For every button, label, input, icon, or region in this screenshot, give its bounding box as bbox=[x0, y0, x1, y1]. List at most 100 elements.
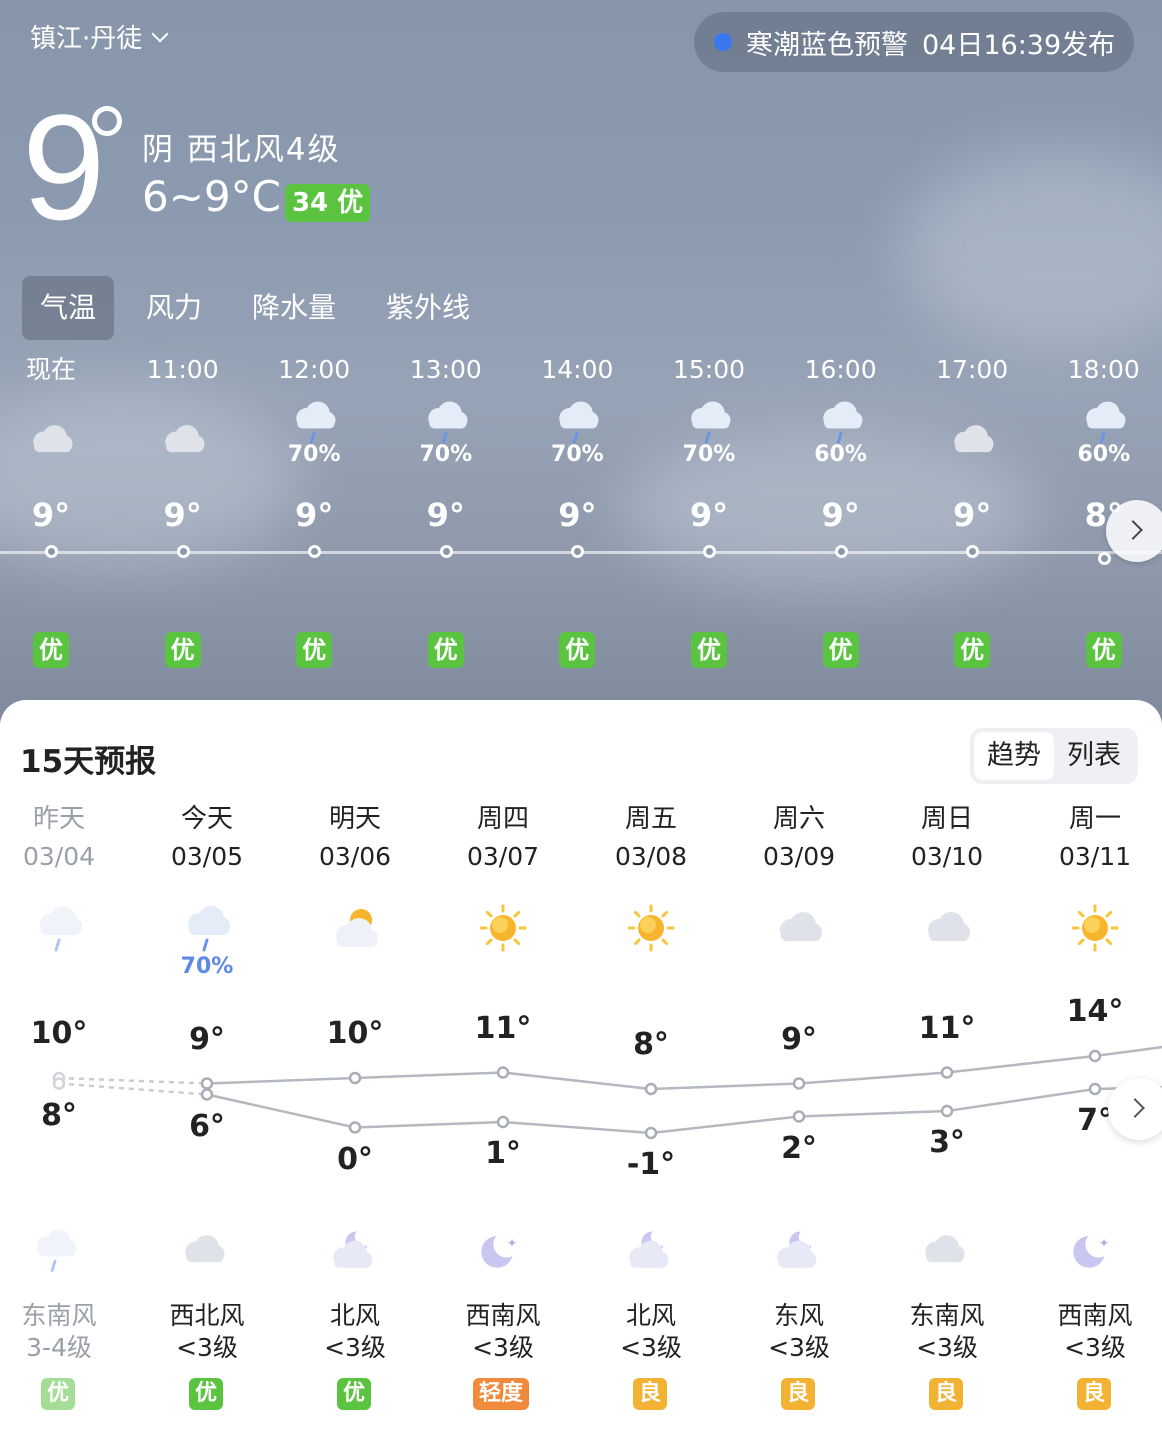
day-column[interactable]: 今天 03/05 70% bbox=[142, 800, 272, 984]
hour-temp: 9° bbox=[31, 496, 71, 534]
current-condition: 阴 西北风4级 bbox=[142, 132, 341, 168]
day-column[interactable]: 周日 03/10 bbox=[882, 800, 1012, 984]
hourly-item: 14:00 70% 9° 优 bbox=[522, 350, 632, 668]
rain-icon bbox=[37, 1229, 77, 1272]
hour-label: 12:00 bbox=[278, 355, 351, 384]
hourly-item: 12:00 70% 9° 优 bbox=[259, 350, 369, 668]
alert-dot-icon bbox=[714, 33, 732, 51]
hour-temp: 9° bbox=[163, 496, 202, 534]
tab-uv[interactable]: 紫外线 bbox=[368, 276, 488, 340]
hour-temp-point bbox=[176, 545, 190, 558]
hour-aqi-badge: 优 bbox=[954, 632, 991, 668]
location-selector[interactable]: 镇江·丹徒 bbox=[30, 18, 169, 55]
wind-direction: 东风 bbox=[773, 1301, 824, 1330]
hour-temp: 9° bbox=[689, 496, 729, 534]
sun-icon bbox=[1071, 904, 1119, 952]
day-aqi-badge: 优 bbox=[337, 1378, 372, 1410]
partly-sunny-icon bbox=[336, 909, 378, 947]
day-wind: 西北风 <3级 bbox=[142, 1300, 272, 1364]
hour-label: 11:00 bbox=[146, 355, 219, 384]
day-aqi-badge: 轻度 bbox=[473, 1378, 530, 1410]
day-wind: 北风 <3级 bbox=[586, 1300, 716, 1364]
day-aqi-badge: 良 bbox=[1077, 1378, 1112, 1410]
hourly-metric-tabs: 气温 风力 降水量 紫外线 bbox=[22, 276, 502, 340]
today-temp-range: 6~9°C bbox=[142, 172, 281, 221]
night-weather-icon bbox=[27, 1222, 91, 1278]
wind-level: <3级 bbox=[916, 1333, 978, 1362]
day-aqi-badge: 优 bbox=[189, 1378, 224, 1410]
hour-temp: 9° bbox=[558, 496, 597, 534]
day-column[interactable]: 明天 03/06 bbox=[290, 800, 420, 984]
day-weather-icon bbox=[290, 898, 420, 958]
rain-icon bbox=[188, 906, 230, 952]
cloudy-icon bbox=[954, 425, 994, 453]
wind-level: <3级 bbox=[1064, 1333, 1126, 1362]
hour-temp: 9° bbox=[426, 496, 465, 534]
wind-level: 3-4级 bbox=[26, 1333, 92, 1362]
moon-icon bbox=[481, 1231, 520, 1268]
wind-level: <3级 bbox=[324, 1333, 386, 1362]
day-column[interactable]: 昨天 03/04 bbox=[0, 800, 124, 984]
alert-text: 寒潮蓝色预警 bbox=[746, 29, 908, 61]
day-column[interactable]: 周四 03/07 bbox=[438, 800, 568, 984]
weather-alert-pill[interactable]: 寒潮蓝色预警 04日16:39发布 bbox=[694, 12, 1134, 72]
hourly-item: 11:00 9° 优 bbox=[128, 350, 238, 668]
day-aqi-badge: 良 bbox=[633, 1378, 668, 1410]
wind-direction: 西南风 bbox=[1057, 1301, 1133, 1330]
hour-aqi-badge: 优 bbox=[691, 632, 727, 668]
wind-level: <3级 bbox=[472, 1333, 534, 1362]
daily-scroll-next-button[interactable] bbox=[1108, 1078, 1162, 1140]
hour-weather-icon bbox=[128, 394, 238, 453]
day-low-temp: 0° bbox=[337, 1141, 373, 1177]
forecast-title: 15天预报 bbox=[20, 744, 157, 780]
hourly-scroll-next-button[interactable] bbox=[1106, 500, 1162, 562]
current-aqi-badge[interactable]: 34 优 bbox=[285, 184, 371, 222]
wind-direction: 北风 bbox=[329, 1301, 380, 1330]
day-precip bbox=[586, 954, 716, 984]
day-precip bbox=[0, 954, 124, 984]
hour-temp-point bbox=[834, 545, 848, 558]
hour-label: 17:00 bbox=[936, 355, 1009, 384]
day-column[interactable]: 周一 03/11 bbox=[1030, 800, 1160, 984]
hour-weather-icon bbox=[917, 394, 1027, 453]
night-weather-icon bbox=[175, 1222, 239, 1278]
hour-label: 13:00 bbox=[409, 355, 482, 384]
toggle-trend[interactable]: 趋势 bbox=[974, 732, 1054, 780]
day-low-temp: 1° bbox=[485, 1136, 521, 1171]
day-precip bbox=[734, 954, 864, 984]
day-column[interactable]: 周五 03/08 bbox=[586, 800, 716, 984]
partly-moon-icon bbox=[777, 1227, 818, 1268]
hour-temp-point bbox=[1097, 552, 1111, 565]
hourly-item: 15:00 70% 9° 优 bbox=[654, 350, 764, 668]
day-column[interactable]: 周六 03/09 bbox=[734, 800, 864, 984]
hour-label: 15:00 bbox=[672, 355, 746, 384]
day-date: 03/07 bbox=[466, 842, 540, 871]
hour-weather-icon bbox=[654, 394, 764, 450]
day-aqi-badge: 良 bbox=[781, 1378, 816, 1410]
hour-temp: 9° bbox=[821, 496, 860, 534]
wind-level: <3级 bbox=[620, 1333, 682, 1362]
day-precip: 70% bbox=[180, 954, 234, 979]
day-high-temp: 10° bbox=[30, 1016, 88, 1051]
day-aqi-badge: 优 bbox=[41, 1378, 76, 1410]
day-precip bbox=[1030, 954, 1160, 984]
rain-icon bbox=[428, 401, 468, 444]
rain-icon bbox=[1086, 401, 1126, 444]
wind-direction: 西南风 bbox=[465, 1301, 541, 1330]
sun-icon bbox=[479, 904, 527, 952]
hourly-item: 17:00 9° 优 bbox=[917, 350, 1027, 668]
wind-level: <3级 bbox=[768, 1333, 830, 1362]
day-precip bbox=[882, 954, 1012, 984]
night-weather-icon bbox=[915, 1222, 979, 1278]
toggle-list[interactable]: 列表 bbox=[1054, 732, 1134, 780]
tab-wind[interactable]: 风力 bbox=[128, 276, 220, 340]
day-name: 周五 bbox=[624, 804, 677, 834]
tab-precipitation[interactable]: 降水量 bbox=[234, 276, 354, 340]
hour-aqi-badge: 优 bbox=[822, 632, 859, 668]
tab-temperature[interactable]: 气温 bbox=[22, 276, 115, 340]
alert-time: 04日16:39发布 bbox=[922, 29, 1116, 61]
hour-aqi-badge: 优 bbox=[296, 632, 333, 668]
wind-direction: 东南风 bbox=[21, 1301, 97, 1330]
hour-label: 16:00 bbox=[804, 355, 877, 384]
chevron-right-icon bbox=[1125, 1098, 1145, 1118]
